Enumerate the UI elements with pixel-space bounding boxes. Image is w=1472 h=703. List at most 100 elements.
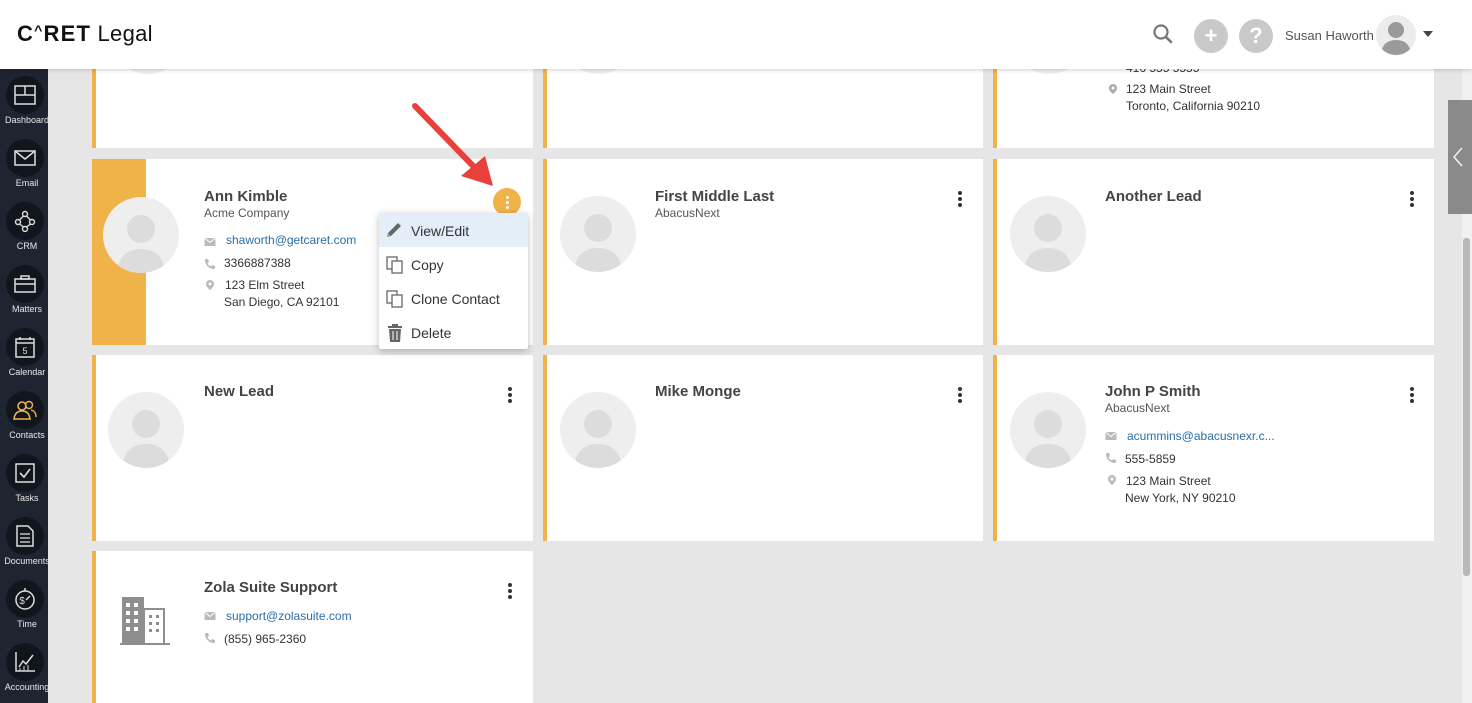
contact-name[interactable]: First Middle Last [655,188,774,205]
card-menu-button[interactable] [1404,189,1420,209]
location-icon [1109,84,1117,94]
contact-email[interactable]: shaworth@getcaret.com [226,233,356,247]
menu-item-label: View/Edit [411,223,470,239]
contact-name[interactable]: Mike Monge [655,383,741,400]
nav-item-matters[interactable]: Matters [0,265,54,314]
nav-item-accounting[interactable]: Accounting [0,643,54,692]
add-new-button[interactable]: + [1194,19,1228,53]
app-header: C^RET Legal + ? Susan Haworth [0,0,1472,69]
user-menu-chevron-icon[interactable] [1423,31,1433,37]
avatar [1010,392,1086,468]
menu-item-label: Copy [411,257,444,273]
contact-card[interactable]: Zola Suite Support support@zolasuite.com… [92,551,533,703]
nav-item-calendar[interactable]: 5 Calendar [0,328,54,377]
pencil-icon [387,223,401,237]
chevron-left-icon [1452,147,1463,167]
time-icon: $ [6,580,44,618]
avatar [108,392,184,468]
contact-card[interactable]: Mike Monge [543,355,983,541]
contact-phone: 555-5859 [1125,452,1176,466]
card-menu-button[interactable] [1404,385,1420,405]
help-button[interactable]: ? [1239,19,1273,53]
contact-name[interactable]: Zola Suite Support [204,579,337,596]
contact-name[interactable]: New Lead [204,383,274,400]
logo-caret: ^ [34,22,44,38]
user-name[interactable]: Susan Haworth [1285,28,1374,43]
menu-item-delete[interactable]: Delete [379,315,528,349]
contacts-icon [6,391,44,429]
menu-item-label: Clone Contact [411,291,500,307]
contact-city: San Diego, CA 92101 [224,295,340,309]
contact-card[interactable]: New Lead [92,355,533,541]
search-icon[interactable] [1151,22,1175,46]
app-logo[interactable]: C^RET Legal [17,21,153,47]
contact-email[interactable]: acummins@abacusnexr.c... [1127,429,1275,443]
nav-item-email[interactable]: Email [0,139,54,188]
menu-item-view-edit[interactable]: View/Edit [379,213,528,247]
contact-company: AbacusNext [655,206,720,220]
contact-street: 123 Main Street [1126,82,1211,96]
nav-item-dashboard[interactable]: Dashboard [0,76,54,125]
contact-street: 123 Elm Street [225,278,305,292]
card-menu-button[interactable] [502,385,518,405]
contact-name[interactable]: Ann Kimble [204,188,287,205]
nav-label: Time [17,619,37,629]
nav-item-documents[interactable]: Documents [0,517,54,566]
contact-name[interactable]: Another Lead [1105,188,1202,205]
nav-label: Tasks [15,493,39,503]
building-icon [120,589,172,646]
card-context-menu: View/Edit Copy Clone Contact Delete [379,213,528,349]
contact-company: Acme Company [204,206,290,220]
phone-icon [205,633,215,643]
scrollbar-thumb[interactable] [1463,238,1470,576]
nav-item-time[interactable]: $ Time [0,580,54,629]
clone-icon [386,290,403,308]
tasks-icon [6,454,44,492]
contact-phone: (855) 965-2360 [224,632,307,646]
nav-label: Accounting [4,682,50,692]
kebab-icon [499,192,515,212]
location-icon [206,280,214,290]
card-menu-button[interactable] [952,189,968,209]
contact-email[interactable]: support@zolasuite.com [226,609,352,623]
contact-card[interactable]: First Middle Last AbacusNext [543,159,983,345]
location-icon [1108,475,1116,485]
svg-text:5: 5 [22,346,27,356]
copy-icon [386,256,403,274]
trash-icon [388,324,402,342]
phone-icon [205,259,215,269]
accounting-icon [6,643,44,681]
user-avatar[interactable] [1376,15,1416,55]
svg-text:$: $ [19,596,25,607]
menu-item-clone-contact[interactable]: Clone Contact [379,281,528,315]
nav-item-crm[interactable]: CRM [0,202,54,251]
nav-item-tasks[interactable]: Tasks [0,454,54,503]
email-icon [204,237,216,246]
logo-letter: C [17,21,35,46]
contact-name[interactable]: John P Smith [1105,383,1201,400]
annotation-arrow [412,103,493,186]
menu-item-label: Delete [411,325,452,341]
card-menu-button[interactable] [952,385,968,405]
avatar [560,392,636,468]
contact-card[interactable]: John P Smith AbacusNext acummins@abacusn… [993,355,1434,541]
nav-label: Documents [4,556,50,566]
email-icon [6,139,44,177]
logo-suffix: Legal [97,21,153,46]
nav-label: Contacts [9,430,45,440]
menu-item-copy[interactable]: Copy [379,247,528,281]
nav-item-contacts[interactable]: Contacts [0,391,54,440]
contact-city: New York, NY 90210 [1125,491,1236,505]
dashboard-icon [6,76,44,114]
contact-card[interactable]: Another Lead [993,159,1434,345]
card-menu-button[interactable] [502,581,518,601]
nav-label: Matters [11,304,42,314]
contact-city: Toronto, California 90210 [1126,99,1261,113]
avatar [1010,196,1086,272]
calendar-icon: 5 [6,328,44,366]
documents-icon [6,517,44,555]
side-panel-toggle[interactable] [1448,100,1472,214]
nav-label: Calendar [8,367,46,377]
email-icon [1105,431,1117,440]
email-icon [204,611,216,620]
